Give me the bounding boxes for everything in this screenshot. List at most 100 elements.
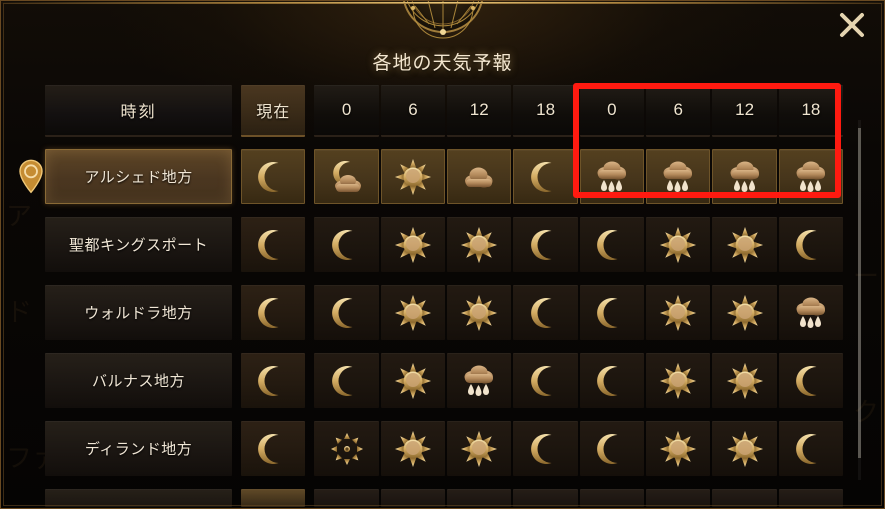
- header-day1-hour-12[interactable]: 12: [447, 85, 512, 137]
- sun-icon: [394, 430, 431, 467]
- rain-icon: [663, 161, 693, 192]
- table-row[interactable]: ディランド地方: [45, 421, 845, 476]
- region-name-cell[interactable]: ディランド地方: [45, 421, 233, 476]
- weather-cell-day2-0: [579, 217, 645, 272]
- weather-cell-now: [241, 149, 306, 204]
- scrollbar-thumb[interactable]: [858, 128, 861, 458]
- header-day1-hour-0[interactable]: 0: [314, 85, 379, 137]
- header-day2-hour-18[interactable]: 18: [778, 85, 844, 137]
- weather-cell-day2-18: [778, 149, 843, 204]
- weather-cell-day1-0: [314, 285, 379, 340]
- moon-icon: [331, 365, 353, 396]
- weather-cell-day1-6: [380, 353, 446, 408]
- weather-cell-day2-12: [712, 217, 777, 272]
- sun-icon: [660, 294, 697, 331]
- weather-cell-day1-6: [380, 149, 446, 204]
- region-name-cell[interactable]: [45, 489, 233, 507]
- header-day2-hour-12[interactable]: 12: [712, 85, 777, 137]
- table-row[interactable]: アルシェド地方: [19, 149, 845, 204]
- region-name-label: アルシェド地方: [84, 169, 193, 186]
- weather-cell-day1-6: [380, 217, 446, 272]
- weather-cell-day1-18: [513, 285, 578, 340]
- moon-icon: [258, 161, 279, 192]
- close-button[interactable]: [833, 6, 871, 44]
- region-name-cell[interactable]: ウォルドラ地方: [45, 285, 233, 340]
- weather-cell-day2-0: [579, 353, 645, 408]
- weather-cell-day2-6: [646, 421, 711, 476]
- moon-icon: [530, 297, 552, 328]
- region-name-cell[interactable]: 聖都キングスポート: [45, 217, 233, 272]
- sun-icon: [394, 294, 431, 331]
- table-header-row: 時刻 現在 0 6 12 18 0 6 12 18: [45, 85, 845, 137]
- table-row[interactable]: ウォルドラ地方: [45, 285, 845, 340]
- moon-icon: [331, 297, 353, 328]
- moon-icon: [331, 229, 353, 260]
- header-day1-hour-6[interactable]: 6: [380, 85, 446, 137]
- sun-icon: [726, 430, 763, 467]
- sun-icon: [394, 158, 431, 195]
- weather-cell-now: [241, 489, 306, 507]
- weather-cell: [513, 489, 578, 507]
- header-day2-hour-6[interactable]: 6: [646, 85, 711, 137]
- sun-icon: [461, 226, 498, 263]
- sun-icon: [660, 362, 697, 399]
- weather-cell-day2-6: [646, 217, 711, 272]
- weather-cell-day2-0: [579, 421, 645, 476]
- background-ghost-text: ド: [6, 297, 33, 327]
- moon-icon: [796, 365, 817, 396]
- forecast-table: 時刻 現在 0 6 12 18 0 6 12 18 アルシェド地方聖都キングスポ…: [19, 85, 845, 507]
- weather-cell-day2-12: [712, 285, 777, 340]
- sun-icon: [726, 226, 763, 263]
- moon-icon: [597, 297, 618, 328]
- weather-cell-day1-0: [314, 421, 379, 476]
- weather-cell-day2-0: [579, 149, 645, 204]
- weather-cell-day1-6: [380, 285, 446, 340]
- weather-cell-day2-18: [778, 353, 844, 408]
- weather-cell: [380, 489, 446, 507]
- weather-cell-day1-18: [513, 217, 578, 272]
- weather-cell-day2-18: [778, 421, 844, 476]
- region-name-cell[interactable]: アルシェド地方: [19, 149, 233, 204]
- weather-cell: [646, 489, 711, 507]
- rain-icon: [730, 161, 759, 192]
- weather-cell-day2-18: [778, 285, 844, 340]
- header-time-label: 時刻: [45, 85, 233, 137]
- moon-icon: [530, 365, 552, 396]
- table-body: アルシェド地方聖都キングスポート ウォルドラ地方 バルナス地方 ディランド地方: [19, 149, 845, 476]
- weather-forecast-window: ア ド ファ ー ク 各地の天気予報 時刻 現在 0 6 12 18 0 6 1…: [0, 0, 885, 509]
- weather-cell-day1-18: [513, 149, 578, 204]
- close-icon: [840, 13, 864, 37]
- region-name-cell[interactable]: バルナス地方: [45, 353, 233, 408]
- weather-cell-day1-12: [447, 149, 512, 204]
- weather-cell-day1-12: [447, 285, 512, 340]
- weather-cell: [447, 489, 512, 507]
- header-now[interactable]: 現在: [241, 85, 306, 137]
- weather-cell-day2-18: [778, 217, 844, 272]
- moon-icon: [530, 161, 552, 192]
- table-row-partial[interactable]: [45, 489, 845, 507]
- moon-icon: [258, 229, 279, 260]
- moon-icon: [796, 433, 817, 464]
- top-gold-rule: [0, 2, 885, 4]
- table-row[interactable]: バルナス地方: [45, 353, 845, 408]
- snow-icon: [330, 432, 363, 465]
- weather-cell-day2-12: [712, 421, 777, 476]
- weather-cell-day1-12: [447, 353, 512, 408]
- weather-cell-day1-12: [447, 421, 512, 476]
- weather-cell-day1-18: [513, 353, 578, 408]
- header-day1-hour-18[interactable]: 18: [513, 85, 578, 137]
- rain-icon: [796, 297, 825, 328]
- moon-icon: [258, 297, 279, 328]
- weather-cell-now: [241, 285, 306, 340]
- table-row[interactable]: 聖都キングスポート: [45, 217, 845, 272]
- rain-icon: [796, 161, 825, 192]
- weather-cell-day2-0: [579, 285, 645, 340]
- header-day2-hour-0[interactable]: 0: [579, 85, 645, 137]
- weather-cell: [579, 489, 645, 507]
- weather-cell-day1-6: [380, 421, 446, 476]
- weather-cell-day1-12: [447, 217, 512, 272]
- moon-icon: [597, 229, 618, 260]
- cloudy-moon-icon: [332, 160, 361, 192]
- weather-cell-day2-6: [646, 285, 711, 340]
- sun-icon: [394, 226, 431, 263]
